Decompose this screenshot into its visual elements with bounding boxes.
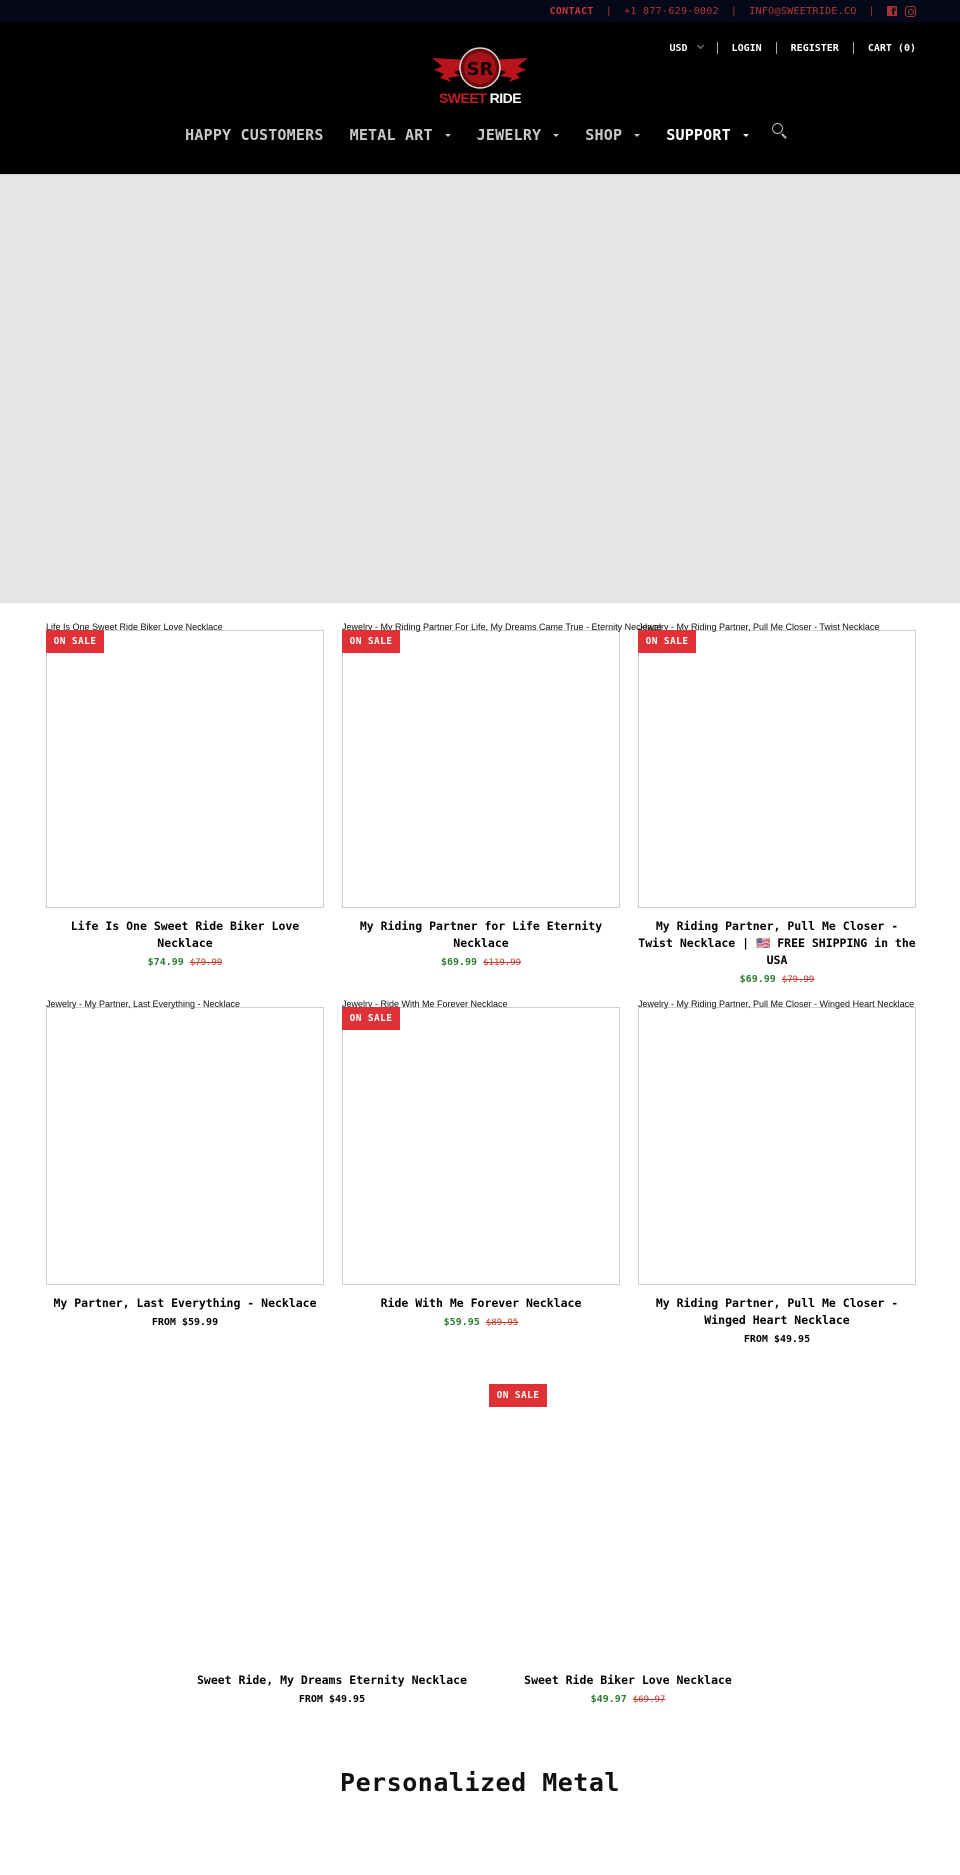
image-alt-text: Jewelry - My Partner, Last Everything - … (46, 999, 241, 1009)
compare-price: $89.95 (485, 1318, 519, 1328)
top-utility-bar: CONTACT | +1 877-629-0002 | INFO@SWEETRI… (0, 0, 960, 22)
compare-price: $69.97 (632, 1695, 666, 1705)
sale-price: $59.95 (443, 1317, 480, 1328)
login-link[interactable]: LOGIN (732, 43, 762, 54)
on-sale-badge: ON SALE (46, 630, 104, 653)
section-title: Personalized Metal (340, 1768, 620, 1797)
product-price: $49.97 $69.97 (489, 1693, 767, 1707)
nav-label: SUPPORT (666, 126, 731, 144)
contact-link[interactable]: CONTACT (550, 6, 594, 17)
divider: | (730, 5, 738, 17)
product-image[interactable] (489, 1384, 767, 1662)
nav-label: HAPPY CUSTOMERS (185, 126, 324, 144)
on-sale-badge: ON SALE (342, 1007, 400, 1030)
sale-price: $74.99 (147, 957, 184, 968)
product-price: FROM $49.95 (638, 1333, 916, 1347)
divider: | (868, 5, 875, 17)
search-icon[interactable] (771, 123, 788, 141)
product-title[interactable]: My Riding Partner for Life Eternity Neck… (342, 918, 620, 952)
caret-down-icon (634, 133, 641, 137)
logo-word-ride: RIDE (489, 90, 522, 106)
from-price: FROM $49.95 (743, 1334, 811, 1345)
nav-support[interactable]: SUPPORT (666, 126, 749, 144)
on-sale-badge: ON SALE (489, 1384, 547, 1407)
facebook-icon[interactable] (887, 6, 897, 18)
product-info: My Partner, Last Everything - Necklace F… (46, 1295, 324, 1330)
product-price: $59.95 $89.95 (342, 1316, 620, 1330)
divider (716, 42, 718, 54)
from-price: FROM $49.95 (298, 1694, 366, 1705)
product-image[interactable] (638, 630, 916, 908)
product-title[interactable]: Ride With Me Forever Necklace (342, 1295, 620, 1312)
phone-link[interactable]: +1 877-629-0002 (624, 6, 719, 17)
site-logo[interactable]: SR SWEET RIDE (430, 46, 530, 106)
sale-price: $69.99 (440, 957, 478, 968)
compare-price: $79.99 (781, 975, 815, 985)
svg-text:SR: SR (467, 59, 494, 80)
nav-label: JEWELRY (476, 126, 542, 144)
instagram-icon[interactable] (905, 5, 916, 17)
product-price: FROM $59.99 (46, 1316, 324, 1330)
currency-selector[interactable]: USD (669, 41, 704, 54)
main-nav: HAPPY CUSTOMERS METAL ART JEWELRY SHOP S… (0, 123, 960, 144)
product-price: $74.99 $79.99 (46, 956, 324, 970)
product-info: Sweet Ride, My Dreams Eternity Necklace … (193, 1672, 471, 1707)
nav-jewelry[interactable]: JEWELRY (477, 126, 560, 144)
product-title[interactable]: Sweet Ride, My Dreams Eternity Necklace (193, 1672, 471, 1689)
logo-wordmark: SWEET RIDE (430, 90, 530, 106)
on-sale-badge: ON SALE (342, 630, 400, 653)
caret-down-icon (553, 133, 560, 137)
on-sale-badge: ON SALE (638, 630, 696, 653)
product-info: Ride With Me Forever Necklace $59.95 $89… (342, 1295, 620, 1330)
image-alt-text: Jewelry - My Riding Partner, Pull Me Clo… (638, 999, 915, 1009)
nav-label: METAL ART (349, 126, 433, 144)
caret-down-icon (742, 133, 749, 137)
product-image[interactable] (638, 1007, 916, 1285)
nav-metal-art[interactable]: METAL ART (350, 126, 451, 144)
product-image[interactable] (46, 1007, 324, 1285)
hero-banner[interactable] (0, 174, 960, 603)
divider: | (605, 5, 613, 17)
divider (775, 42, 777, 54)
site-header: SR SWEET RIDE USD LOGIN REGISTER CART (0… (0, 22, 960, 174)
product-price: FROM $49.95 (193, 1693, 471, 1707)
product-info: Sweet Ride Biker Love Necklace $49.97 $6… (489, 1672, 767, 1707)
email-link[interactable]: INFO@SWEETRIDE.CO (749, 6, 856, 17)
logo-word-sweet: SWEET (438, 90, 487, 106)
cart-link[interactable]: CART (0) (868, 43, 916, 54)
from-price: FROM $59.99 (151, 1317, 219, 1328)
product-image[interactable] (46, 630, 324, 908)
product-title[interactable]: Life Is One Sweet Ride Biker Love Neckla… (46, 918, 324, 952)
register-link[interactable]: REGISTER (791, 43, 839, 54)
product-image[interactable] (342, 1007, 620, 1285)
product-info: Life Is One Sweet Ride Biker Love Neckla… (46, 918, 324, 970)
nav-label: SHOP (585, 126, 623, 144)
product-title[interactable]: My Partner, Last Everything - Necklace (46, 1295, 324, 1312)
product-info: My Riding Partner for Life Eternity Neck… (342, 918, 620, 970)
caret-down-icon (444, 133, 451, 137)
divider (852, 42, 854, 54)
nav-happy-customers[interactable]: HAPPY CUSTOMERS (185, 126, 323, 144)
winged-emblem-icon: SR (432, 47, 528, 89)
product-image[interactable] (193, 1384, 471, 1662)
product-image[interactable] (342, 630, 620, 908)
chevron-down-icon (696, 41, 704, 49)
account-nav: USD LOGIN REGISTER CART (0) (669, 41, 916, 54)
product-title[interactable]: Sweet Ride Biker Love Necklace (489, 1672, 767, 1689)
sale-price: $49.97 (590, 1694, 627, 1705)
sale-price: $69.99 (739, 974, 776, 985)
product-title[interactable]: My Riding Partner, Pull Me Closer - Wing… (638, 1295, 916, 1329)
product-info: My Riding Partner, Pull Me Closer - Wing… (638, 1295, 916, 1347)
product-info: My Riding Partner, Pull Me Closer - Twis… (638, 918, 916, 987)
compare-price: $79.99 (189, 958, 223, 968)
compare-price: $119.99 (483, 958, 522, 968)
nav-shop[interactable]: SHOP (585, 126, 641, 144)
product-price: $69.99 $119.99 (342, 956, 620, 970)
currency-label: USD (669, 42, 688, 54)
product-title[interactable]: My Riding Partner, Pull Me Closer - Twis… (638, 918, 916, 969)
product-price: $69.99 $79.99 (638, 973, 916, 987)
